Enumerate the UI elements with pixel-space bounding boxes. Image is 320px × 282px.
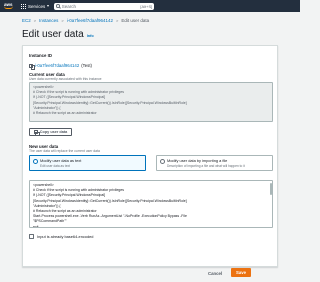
save-button[interactable]: Save — [231, 268, 251, 277]
breadcrumb-instance-id[interactable]: i-0a7fee6f7daaf964142 — [67, 18, 113, 23]
textarea-scrollbar[interactable] — [269, 183, 272, 195]
breadcrumb-ec2[interactable]: EC2 — [22, 18, 31, 23]
services-grid-icon — [21, 3, 26, 9]
cancel-button[interactable]: Cancel — [208, 271, 222, 276]
breadcrumb-current: Edit user data — [121, 18, 150, 23]
current-user-data-description: User data currently associated with this… — [29, 77, 102, 81]
base64-checkbox-row[interactable]: Input is already base64-encoded — [29, 234, 93, 239]
current-user-data-textarea[interactable]: <powershell> # Check if the script is ru… — [29, 82, 273, 122]
page-header: Edit user data Info — [22, 29, 94, 40]
caret-down-icon — [47, 5, 50, 7]
breadcrumb: EC2 > Instances > i-0a7fee6f7daaf964142 … — [22, 18, 149, 23]
copy-icon[interactable] — [29, 63, 36, 70]
instance-id-link[interactable]: i-0a7fee6f7daaf964142 — [35, 63, 79, 68]
chevron-right-icon: > — [116, 18, 119, 23]
option-description: Edit user data as text — [40, 163, 70, 168]
search-shortcut-hint: [Alt+S] — [140, 3, 153, 9]
base64-checkbox-label: Input is already base64-encoded — [37, 234, 94, 239]
instance-id-label: Instance ID — [29, 53, 52, 58]
services-label: Services — [28, 3, 46, 9]
breadcrumb-instances[interactable]: Instances — [39, 18, 58, 23]
services-menu-button[interactable]: Services — [21, 3, 50, 9]
radio-selected-icon[interactable] — [33, 158, 38, 164]
instance-name-suffix: (Test) — [81, 63, 92, 68]
modify-as-text-option[interactable]: Modify user data as text Edit user data … — [29, 155, 146, 171]
option-title: Modify user data by importing a file — [167, 158, 228, 163]
option-description: Description of importing a file and what… — [167, 163, 245, 168]
search-icon — [56, 4, 60, 8]
new-user-data-description: The user data will replace the current u… — [29, 149, 100, 153]
base64-checkbox[interactable] — [29, 234, 34, 239]
chevron-right-icon: > — [33, 18, 37, 23]
code-line: # Relaunch the script as an administrato… — [33, 111, 97, 116]
copy-user-data-label: Copy user data — [39, 130, 68, 134]
radio-unselected-icon[interactable] — [160, 158, 165, 164]
new-user-data-textarea[interactable]: <powershell> # Check if the script is ru… — [29, 180, 273, 228]
import-file-option[interactable]: Modify user data by importing a file Des… — [156, 155, 273, 171]
copy-user-data-button[interactable]: Copy user data — [29, 128, 72, 137]
chevron-right-icon: > — [61, 18, 64, 23]
page-title: Edit user data — [22, 29, 84, 40]
search-input[interactable]: Search [Alt+S] — [54, 2, 155, 10]
instance-id-value: i-0a7fee6f7daaf964142 (Test) — [29, 63, 92, 70]
edit-user-data-panel: Instance ID i-0a7fee6f7daaf964142 (Test)… — [22, 45, 278, 267]
code-line: exit — [33, 224, 39, 228]
search-placeholder: Search — [61, 3, 77, 9]
copy-icon — [33, 130, 40, 137]
top-navigation-bar: aws Services Search [Alt+S] — [0, 0, 300, 12]
info-link[interactable]: Info — [87, 34, 94, 38]
option-title: Modify user data as text — [40, 158, 82, 163]
aws-logo[interactable]: aws — [4, 1, 16, 11]
aws-smile-icon — [4, 6, 13, 9]
